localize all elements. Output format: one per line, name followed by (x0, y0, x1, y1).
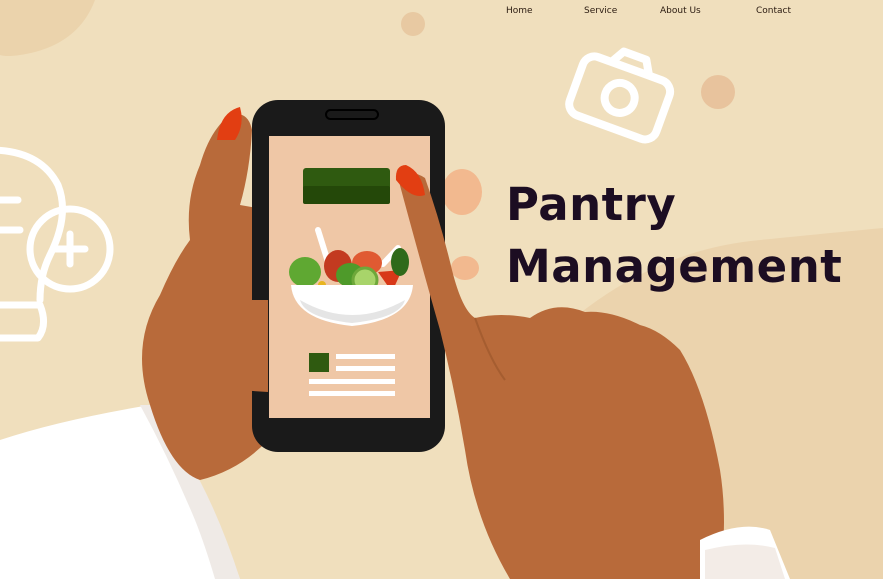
nav-service-link[interactable]: Service (584, 6, 617, 16)
nav-about-link[interactable]: About Us (660, 6, 701, 16)
dot-medium (701, 75, 735, 109)
screen-text-line (336, 366, 395, 371)
nav-home-link[interactable]: Home (506, 6, 533, 16)
screen-text-line (309, 391, 395, 396)
hero-title-line-1: Pantry (506, 178, 677, 231)
dot-orange-2 (451, 256, 479, 280)
plus-circle-icon (26, 205, 114, 293)
right-sleeve-shadow (705, 544, 785, 579)
top-navigation: Home Service About Us Contact (0, 6, 883, 20)
screen-thumb-square (309, 353, 329, 372)
screen-header-bar-shade (303, 186, 390, 204)
screen-text-line (336, 354, 395, 359)
page: Home Service About Us Contact Pantry Man… (0, 0, 883, 579)
hero-title-line-2: Management (506, 240, 843, 293)
camera-icon (565, 47, 675, 144)
left-hand (142, 114, 268, 480)
hero-title: Pantry Management (506, 174, 842, 298)
screen-text-line (309, 379, 395, 384)
dot-orange (442, 169, 482, 215)
nav-contact-link[interactable]: Contact (756, 6, 791, 16)
